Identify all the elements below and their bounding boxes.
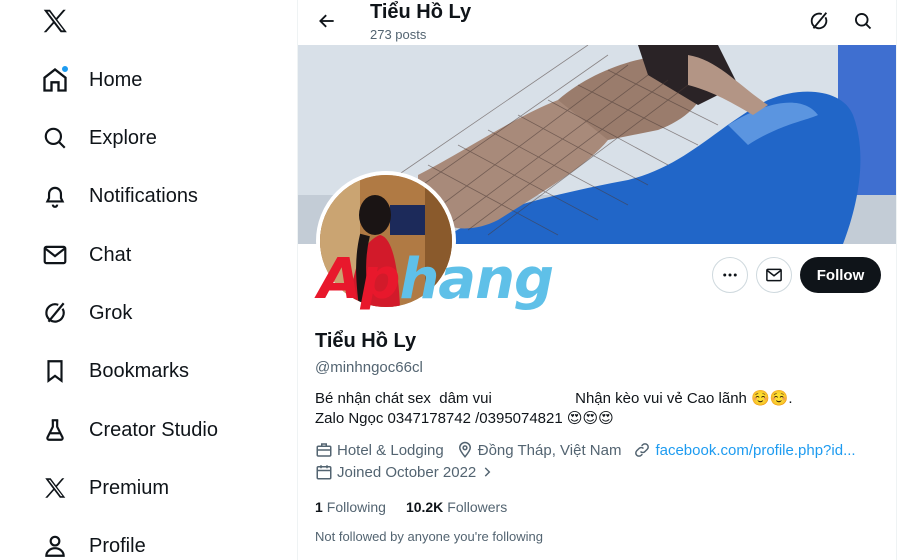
bell-icon [40,181,70,211]
more-dots-icon [723,273,737,277]
mail-icon [766,268,782,282]
nav-home-label: Home [89,68,143,91]
profile-location: Đồng Tháp, Việt Nam [477,441,622,459]
joined-item[interactable]: Joined October 2022 [315,463,498,481]
x-logo-icon[interactable] [40,6,72,38]
followers-count: 10.2K [405,499,444,515]
nav-grok-label: Grok [89,301,133,324]
category-item: Hotel & Lodging [315,441,444,459]
header-profile-name: Tiểu Hồ Ly [370,1,472,23]
following-count: 1 [315,499,323,515]
chevron-right-icon [485,467,491,477]
location-pin-icon [458,441,471,458]
person-icon [40,531,70,560]
watermark-part-blue: hang [399,247,554,312]
nav-creator-studio[interactable]: Creator Studio [40,410,218,450]
home-icon [40,65,70,95]
link-item[interactable]: facebook.com/profile.php?id... [633,441,856,459]
back-arrow-icon[interactable] [312,6,342,36]
nav-explore[interactable]: Explore [40,118,157,158]
nav-premium[interactable]: Premium [40,468,169,508]
watermark-logo: Aphang [318,247,554,312]
left-sidebar: Home Explore Notifications Chat Grok Boo… [0,0,297,560]
nav-bookmarks[interactable]: Bookmarks [40,351,189,391]
x-premium-icon [40,473,70,503]
profile-meta-row: Hotel & Lodging Đồng Tháp, Việt Nam face… [315,441,868,459]
following-stat[interactable]: 1 Following [315,499,386,515]
profile-bio: Bé nhận chát sex dâm vui Nhận kèo vui vẻ… [315,389,885,429]
bio-line-1: Bé nhận chát sex dâm vui Nhận kèo vui vẻ… [315,390,793,407]
mail-icon [40,240,70,270]
notification-dot [61,65,69,73]
profile-display-name: Tiểu Hồ Ly [315,330,417,352]
profile-joined-row[interactable]: Joined October 2022 [315,463,510,481]
nav-bookmarks-label: Bookmarks [89,359,190,382]
following-label: Following [326,499,386,515]
profile-handle: @minhngoc66cl [315,359,423,376]
grok-icon [40,298,70,328]
profile-website-link[interactable]: facebook.com/profile.php?id... [655,442,855,459]
nav-chat-label: Chat [89,243,132,266]
nav-profile-label: Profile [89,534,146,557]
bookmark-icon [40,356,70,386]
message-button[interactable] [756,257,792,293]
search-icon[interactable] [848,6,878,36]
follow-button[interactable]: Follow [800,257,881,293]
not-followed-note: Not followed by anyone you're following [315,529,543,544]
follow-stats: 1 Following 10.2K Followers [315,499,527,515]
nav-grok[interactable]: Grok [40,293,132,333]
followers-label: Followers [447,499,508,515]
nav-chat[interactable]: Chat [40,235,131,275]
right-edge [898,0,906,560]
flask-icon [40,415,70,445]
nav-creator-studio-label: Creator Studio [89,418,218,441]
header-post-count: 273 posts [370,27,427,42]
nav-premium-label: Premium [89,476,170,499]
nav-notifications-label: Notifications [89,184,198,207]
bio-line-2: Zalo Ngọc 0347178742 /0395074821 😍😍😍 [315,410,614,427]
profile-joined-date: Joined October 2022 [337,463,477,481]
grok-icon[interactable] [804,6,834,36]
briefcase-icon [316,443,332,457]
calendar-icon [316,465,332,480]
followers-stat[interactable]: 10.2K Followers [406,499,507,515]
location-item: Đồng Tháp, Việt Nam [456,441,622,459]
link-icon [635,443,650,457]
nav-home[interactable]: Home [40,60,142,100]
profile-column: Tiểu Hồ Ly 273 posts Aphang Follow Tiểu … [297,0,897,560]
more-options-button[interactable] [712,257,748,293]
search-icon [40,123,70,153]
nav-explore-label: Explore [89,126,157,149]
profile-category: Hotel & Lodging [337,441,444,459]
nav-notifications[interactable]: Notifications [40,176,198,216]
watermark-part-red: Ap [318,247,400,312]
nav-profile[interactable]: Profile [40,526,146,560]
profile-header-bar: Tiểu Hồ Ly 273 posts [298,0,896,45]
